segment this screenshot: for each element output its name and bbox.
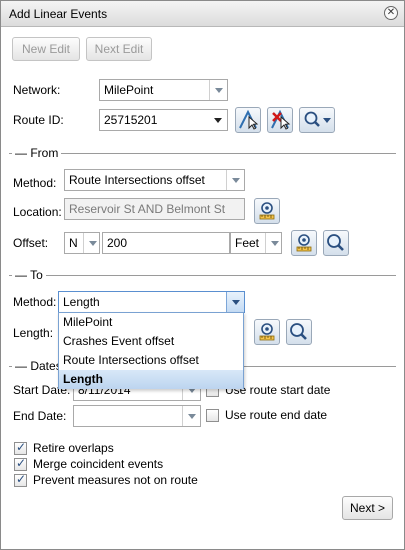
next-edit-button[interactable]: Next Edit [86,37,152,61]
offset-value: 200 [107,236,128,250]
merge-coincident-label: Merge coincident events [33,457,164,471]
new-edit-button[interactable]: New Edit [12,37,80,61]
dropdown-option-route-intersections-offset[interactable]: Route Intersections offset [59,351,243,370]
chevron-down-icon[interactable] [226,170,244,190]
clear-route-icon [271,109,291,130]
length-measure-button[interactable] [254,319,280,345]
network-select[interactable]: MilePoint [99,79,228,101]
zoom-dropdown-icon [304,111,331,127]
end-date-label: End Date: [13,409,67,423]
offset-direction-value: N [69,236,78,250]
chevron-down-icon[interactable] [209,110,227,130]
to-section-label: To [30,268,43,282]
to-separator [9,275,396,276]
offset-unit-value: Feet [235,236,260,250]
to-section-title: — To [12,268,46,282]
retire-overlaps-checkbox[interactable] [14,440,27,455]
chevron-down-icon[interactable] [182,406,200,426]
from-section-label: From [30,146,59,160]
location-pick-button[interactable] [254,198,280,224]
network-value: MilePoint [104,83,154,97]
select-route-button[interactable] [235,107,261,133]
offset-unit-select[interactable]: Feet [230,232,282,254]
dates-section-label: Dates [30,359,62,373]
offset-label: Offset: [13,236,49,250]
prevent-measures-label: Prevent measures not on route [33,473,198,487]
route-id-label: Route ID: [13,113,64,127]
use-end-date-checkbox[interactable] [206,409,219,422]
end-date-picker[interactable] [73,405,201,427]
from-method-label: Method: [13,176,57,190]
location-pick-icon [259,202,275,220]
zoom-to-icon [290,323,307,340]
location-value: Reservoir St AND Belmont St [69,202,226,216]
from-separator [9,153,396,154]
length-label: Length: [13,326,54,340]
offset-zoom-button[interactable] [323,230,349,256]
merge-coincident-checkbox[interactable] [14,456,27,471]
zoom-dropdown-button[interactable] [299,107,335,133]
retire-overlaps-label: Retire overlaps [33,441,114,455]
to-method-select[interactable]: Length [58,291,245,313]
from-section-title: — From [12,146,62,160]
offset-measure-button[interactable] [291,230,317,256]
chevron-down-icon[interactable] [265,233,281,253]
route-id-value: 25715201 [104,113,158,127]
route-id-combobox[interactable]: 25715201 [99,109,228,131]
prevent-measures-checkbox[interactable] [14,472,27,487]
to-method-label: Method: [13,295,57,309]
offset-direction-select[interactable]: N [64,232,100,254]
title-bar: Add Linear Events ✕ [1,1,404,27]
offset-input[interactable]: 200 [102,232,230,254]
dropdown-option-length[interactable]: Length [59,370,243,389]
use-end-date-label: Use route end date [225,408,328,422]
location-pick-icon [296,234,312,252]
add-linear-events-window: Add Linear Events ✕ New Edit Next Edit N… [0,0,405,550]
dropdown-option-crashes-event-offset[interactable]: Crashes Event offset [59,332,243,351]
length-zoom-button[interactable] [286,319,312,345]
location-label: Location: [13,205,62,219]
from-method-select[interactable]: Route Intersections offset [64,169,245,191]
zoom-to-icon [327,234,344,251]
close-icon[interactable]: ✕ [384,6,398,20]
network-label: Network: [13,83,61,97]
dates-section-title: — Dates [12,359,65,373]
from-method-value: Route Intersections offset [69,173,205,187]
window-title: Add Linear Events [9,7,108,21]
to-method-dropdown-list: MilePoint Crashes Event offset Route Int… [58,312,244,389]
chevron-down-icon[interactable] [83,233,99,253]
clear-route-button[interactable] [267,107,293,133]
chevron-down-icon[interactable] [209,80,227,100]
to-method-value: Length [63,295,100,309]
chevron-down-icon[interactable] [226,292,244,312]
select-route-icon [239,109,259,130]
next-button[interactable]: Next > [342,496,393,520]
location-field: Reservoir St AND Belmont St [64,198,245,220]
dropdown-option-milepoint[interactable]: MilePoint [59,313,243,332]
location-pick-icon [259,323,275,341]
